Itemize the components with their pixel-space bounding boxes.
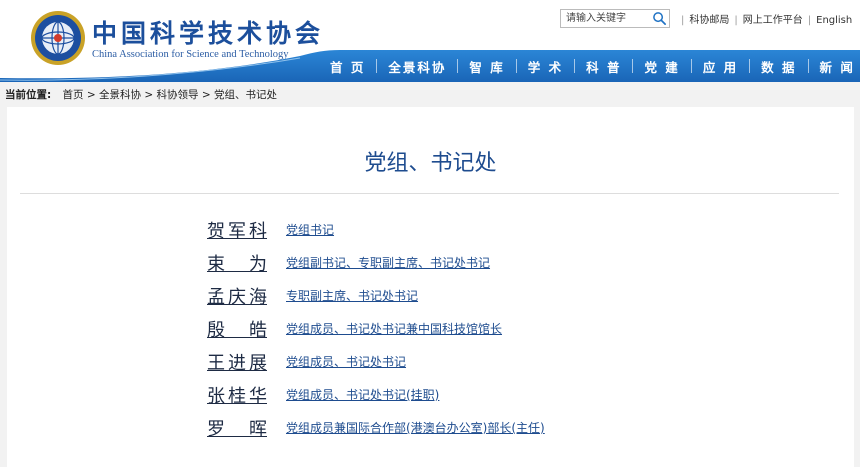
leader-role[interactable]: 党组成员兼国际合作部(港澳台办公室)部长(主任) [286, 419, 545, 436]
site-header: 中国科学技术协会 China Association for Science a… [0, 0, 860, 82]
leader-name[interactable]: 罗 晖 [207, 415, 267, 441]
leader-role[interactable]: 党组成员、书记处书记 [286, 353, 406, 370]
page-title: 党组、书记处 [364, 151, 497, 176]
divider: | [734, 15, 738, 26]
list-item: 张桂华 党组成员、书记处书记(挂职) [7, 382, 854, 414]
leader-role[interactable]: 党组副书记、专职副主席、书记处书记 [286, 254, 490, 271]
leader-name[interactable]: 束 为 [207, 250, 267, 276]
leader-role[interactable]: 党组书记 [286, 221, 334, 238]
leader-role[interactable]: 专职副主席、书记处书记 [286, 287, 418, 304]
nav-popular-science[interactable]: 科 普 [586, 57, 621, 76]
list-item: 王进展 党组成员、书记处书记 [7, 349, 854, 381]
divider [376, 59, 378, 73]
title-divider [20, 193, 839, 194]
leader-role[interactable]: 党组成员、书记处书记(挂职) [286, 386, 439, 403]
breadcrumb-leaders[interactable]: 科协领导 [157, 89, 199, 101]
logo-chinese-title[interactable]: 中国科学技术协会 [92, 14, 324, 50]
search-icon[interactable] [652, 11, 667, 26]
breadcrumb-separator: > [201, 89, 211, 101]
breadcrumb-home[interactable]: 首页 [63, 89, 84, 101]
nav-home[interactable]: 首 页 [330, 57, 365, 76]
nav-data[interactable]: 数 据 [761, 57, 796, 76]
leader-name[interactable]: 张桂华 [207, 382, 267, 408]
leader-name[interactable]: 殷 皓 [207, 316, 267, 342]
leader-name[interactable]: 王进展 [207, 349, 267, 375]
nav-think-tank[interactable]: 智 库 [469, 57, 504, 76]
breadcrumb: 当前位置: 首页 > 全景科协 > 科协领导 > 党组、书记处 [5, 87, 277, 103]
divider [574, 59, 576, 73]
list-item: 殷 皓 党组成员、书记处书记兼中国科技馆馆长 [7, 316, 854, 348]
link-work-platform[interactable]: 网上工作平台 [743, 15, 803, 26]
list-item: 罗 晖 党组成员兼国际合作部(港澳台办公室)部长(主任) [7, 415, 854, 447]
list-item: 孟庆海 专职副主席、书记处书记 [7, 283, 854, 315]
divider [632, 59, 634, 73]
link-english[interactable]: English [816, 15, 852, 26]
link-mail[interactable]: 科协邮局 [689, 15, 729, 26]
breadcrumb-separator: > [86, 89, 96, 101]
nav-applications[interactable]: 应 用 [703, 57, 738, 76]
leader-name[interactable]: 贺军科 [207, 217, 267, 243]
main-nav: 首 页 全景科协 智 库 学 术 科 普 党 建 应 用 数 据 新 闻 [0, 50, 860, 82]
breadcrumb-label: 当前位置: [5, 89, 52, 101]
breadcrumb-overview[interactable]: 全景科协 [99, 89, 141, 101]
leader-role[interactable]: 党组成员、书记处书记兼中国科技馆馆长 [286, 320, 502, 337]
top-links: | 科协邮局 | 网上工作平台 | English [676, 11, 852, 26]
main-content: 党组、书记处 贺军科 党组书记 束 为 党组副书记、专职副主席、书记处书记 孟庆… [7, 107, 854, 467]
nav-academic[interactable]: 学 术 [528, 57, 563, 76]
divider [515, 59, 517, 73]
divider [749, 59, 751, 73]
breadcrumb-current[interactable]: 党组、书记处 [214, 89, 277, 101]
divider [690, 59, 692, 73]
divider [807, 59, 809, 73]
divider: | [807, 15, 812, 26]
search-box [560, 9, 670, 28]
nav-overview[interactable]: 全景科协 [388, 57, 446, 76]
divider [457, 59, 459, 73]
search-input[interactable] [566, 10, 648, 27]
divider: | [681, 15, 685, 26]
leader-name[interactable]: 孟庆海 [207, 283, 267, 309]
list-item: 束 为 党组副书记、专职副主席、书记处书记 [7, 250, 854, 282]
breadcrumb-separator: > [144, 89, 154, 101]
list-item: 贺军科 党组书记 [7, 217, 854, 249]
nav-news[interactable]: 新 闻 [820, 57, 855, 76]
nav-party-building[interactable]: 党 建 [644, 57, 679, 76]
